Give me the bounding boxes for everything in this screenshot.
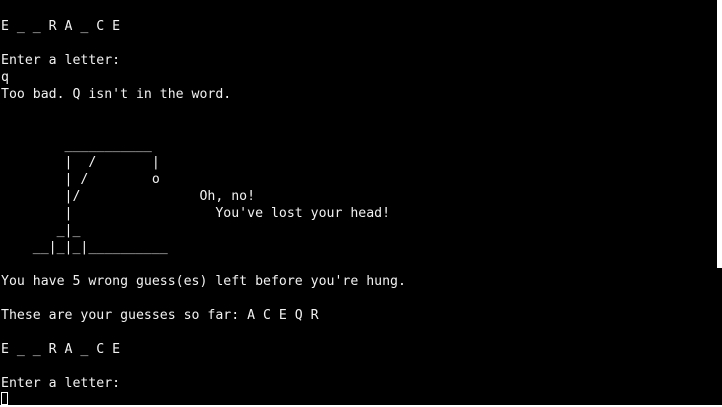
user-input-line: q (1, 70, 9, 85)
gallows-line-1: | / | (1, 155, 160, 170)
guesses-so-far-line: These are your guesses so far: A C E Q R (1, 308, 319, 323)
word-progress-line-2: E _ _ R A _ C E (1, 342, 121, 357)
gallows-top-line: ___________ (1, 138, 152, 153)
terminal-window[interactable]: E _ _ R A _ C E Enter a letter: q Too ba… (0, 0, 717, 405)
feedback-line: Too bad. Q isn't in the word. (1, 87, 232, 102)
prompt-line: Enter a letter: (1, 53, 121, 68)
gallows-line-3: |/ Oh, no! (1, 189, 256, 204)
gallows-base-1: _|_ (1, 223, 81, 238)
remaining-guesses-line: You have 5 wrong guess(es) left before y… (1, 274, 406, 289)
word-progress-line: E _ _ R A _ C E (1, 19, 121, 34)
gallows-line-4: | You've lost your head! (1, 206, 391, 221)
prompt-line-2: Enter a letter: (1, 376, 121, 391)
gallows-line-2: | / o (1, 172, 160, 187)
gallows-base-2: __|_|_|__________ (1, 240, 168, 255)
scrollbar-thumb[interactable] (717, 268, 722, 405)
text-cursor[interactable] (1, 392, 8, 405)
